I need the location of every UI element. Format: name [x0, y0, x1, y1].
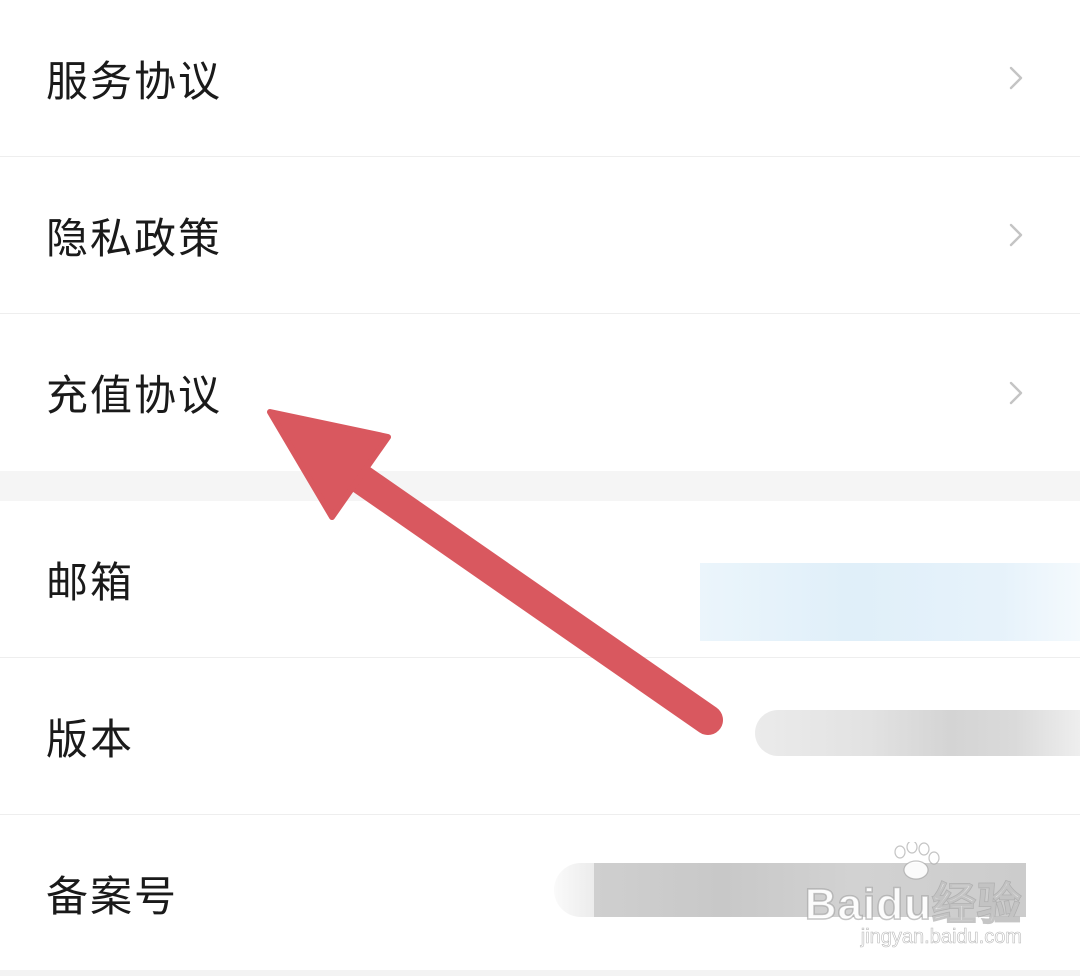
section-divider — [0, 471, 1080, 501]
watermark-logo-text: Baidu经验 — [804, 879, 1022, 930]
email-row: 邮箱 — [0, 501, 1080, 658]
settings-screen: 服务协议 隐私政策 充值协议 邮箱 版本 备案号 Baidu经验 jingyan… — [0, 0, 1080, 976]
row-label: 服务协议 — [46, 56, 223, 106]
row-label: 充值协议 — [46, 371, 223, 420]
baidu-jingyan-watermark: Baidu经验 jingyan.baidu.com — [804, 842, 1022, 950]
watermark-url-text: jingyan.baidu.com — [860, 926, 1022, 949]
privacy-policy-row[interactable]: 隐私政策 — [0, 157, 1080, 314]
recharge-agreement-row[interactable]: 充值协议 — [0, 314, 1080, 471]
service-agreement-row[interactable]: 服务协议 — [0, 0, 1080, 157]
chevron-right-icon — [1009, 66, 1023, 90]
row-label: 版本 — [46, 714, 135, 764]
record-value-redacted-edge — [554, 863, 594, 917]
row-label: 备案号 — [46, 872, 179, 921]
version-value-redacted — [755, 710, 1080, 756]
row-label: 邮箱 — [46, 557, 135, 607]
version-row: 版本 — [0, 658, 1080, 815]
chevron-right-icon — [1009, 223, 1023, 247]
bottom-edge — [0, 970, 1080, 976]
chevron-right-icon — [1009, 381, 1023, 404]
email-value-redacted — [700, 563, 1080, 641]
legal-group: 服务协议 隐私政策 充值协议 — [0, 0, 1080, 471]
row-label: 隐私政策 — [46, 213, 223, 263]
